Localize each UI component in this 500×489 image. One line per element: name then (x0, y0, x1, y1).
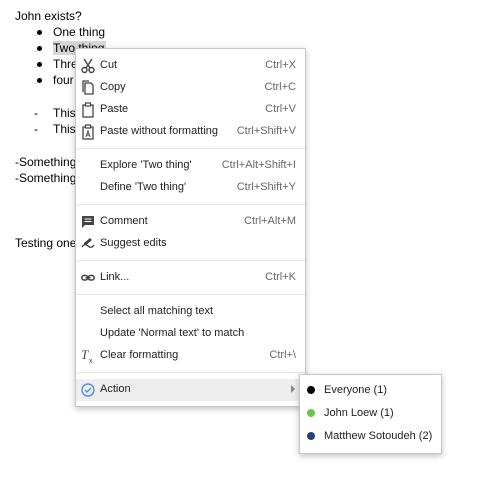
dash-item: This (53, 106, 76, 120)
bullet-dot (37, 30, 42, 35)
dash-marker: - (34, 122, 38, 136)
comment-icon (81, 214, 95, 230)
menu-item-label: Suggest edits (100, 237, 167, 249)
something-line: -Something (15, 171, 77, 185)
submenu-item-label: Matthew Sotoudeh (2) (324, 430, 433, 442)
menu-item-explore[interactable]: Explore 'Two thing' Ctrl+Alt+Shift+I (76, 155, 305, 177)
status-dot-icon (307, 409, 315, 417)
submenu-item-everyone[interactable]: Everyone (1) (300, 380, 441, 402)
bullet-item: One thing (53, 25, 106, 39)
menu-item-label: Copy (100, 81, 126, 93)
copy-icon (81, 80, 95, 96)
menu-separator (76, 148, 305, 149)
menu-item-paste-without-formatting[interactable]: Paste without formatting Ctrl+Shift+V (76, 121, 305, 143)
bullet-dot (37, 46, 42, 51)
bullet-item: Thre (53, 57, 78, 71)
something-line: -Something (15, 155, 77, 169)
menu-item-shortcut: Ctrl+X (265, 59, 296, 71)
dash-marker: - (34, 106, 38, 120)
status-dot-icon (307, 432, 315, 440)
menu-item-label: Define 'Two thing' (100, 181, 187, 193)
menu-separator (76, 372, 305, 373)
menu-item-label: Action (100, 383, 131, 395)
submenu-item-matthew-sotoudeh[interactable]: Matthew Sotoudeh (2) (300, 426, 441, 448)
menu-item-paste[interactable]: Paste Ctrl+V (76, 99, 305, 121)
check-circle-icon (81, 382, 95, 398)
bullet-dot (37, 78, 42, 83)
menu-item-label: Comment (100, 215, 148, 227)
menu-separator (76, 294, 305, 295)
title-line: John exists? (15, 9, 82, 23)
bullet-dot (37, 62, 42, 67)
clear-formatting-icon: Tx (81, 347, 95, 365)
paste-icon (81, 102, 95, 118)
submenu-arrow-icon (291, 385, 295, 393)
bullet-item: four (53, 73, 74, 87)
menu-item-shortcut: Ctrl+C (264, 81, 296, 93)
menu-item-label: Explore 'Two thing' (100, 159, 192, 171)
menu-item-shortcut: Ctrl+Shift+V (236, 125, 296, 137)
menu-item-label: Cut (100, 59, 118, 71)
svg-text:T: T (81, 348, 89, 362)
menu-item-label: Update 'Normal text' to match (100, 327, 245, 339)
menu-item-shortcut: Ctrl+K (265, 271, 296, 283)
menu-item-suggest-edits[interactable]: Suggest edits (76, 233, 305, 255)
menu-item-action[interactable]: Action (76, 379, 305, 401)
menu-separator (76, 204, 305, 205)
menu-item-clear-formatting[interactable]: Tx Clear formatting Ctrl+\ (76, 345, 305, 367)
link-icon (81, 270, 95, 286)
submenu-item-john-loew[interactable]: John Loew (1) (300, 403, 441, 425)
menu-item-shortcut: Ctrl+\ (269, 349, 296, 361)
menu-item-shortcut: Ctrl+V (265, 103, 296, 115)
action-submenu: Everyone (1) John Loew (1) Matthew Sotou… (299, 374, 442, 454)
menu-item-label: Clear formatting (100, 349, 179, 361)
submenu-item-label: John Loew (1) (324, 407, 394, 419)
menu-item-label: Link... (100, 271, 130, 283)
paste-plain-icon (81, 124, 95, 140)
testing-line: Testing one (15, 236, 77, 250)
menu-item-shortcut: Ctrl+Shift+Y (236, 181, 296, 193)
menu-item-label: Select all matching text (100, 305, 214, 317)
menu-separator (76, 260, 305, 261)
menu-item-cut[interactable]: Cut Ctrl+X (76, 55, 305, 77)
menu-item-comment[interactable]: Comment Ctrl+Alt+M (76, 211, 305, 233)
menu-item-label: Paste without formatting (100, 125, 219, 137)
dash-item: This (53, 122, 76, 136)
menu-item-shortcut: Ctrl+Alt+Shift+I (221, 159, 296, 171)
menu-item-label: Paste (100, 103, 129, 115)
submenu-item-label: Everyone (1) (324, 384, 387, 396)
menu-item-shortcut: Ctrl+Alt+M (244, 215, 296, 227)
menu-item-define[interactable]: Define 'Two thing' Ctrl+Shift+Y (76, 177, 305, 199)
menu-item-select-all-matching[interactable]: Select all matching text (76, 301, 305, 323)
context-menu: Cut Ctrl+X Copy Ctrl+C Paste Ctrl+V Past… (75, 48, 306, 407)
menu-item-copy[interactable]: Copy Ctrl+C (76, 77, 305, 99)
status-dot-icon (307, 386, 315, 394)
scissors-icon (81, 58, 95, 74)
suggest-edits-icon (81, 236, 95, 252)
menu-item-link[interactable]: Link... Ctrl+K (76, 267, 305, 289)
svg-text:x: x (89, 358, 93, 364)
menu-item-update-normal-text[interactable]: Update 'Normal text' to match (76, 323, 305, 345)
